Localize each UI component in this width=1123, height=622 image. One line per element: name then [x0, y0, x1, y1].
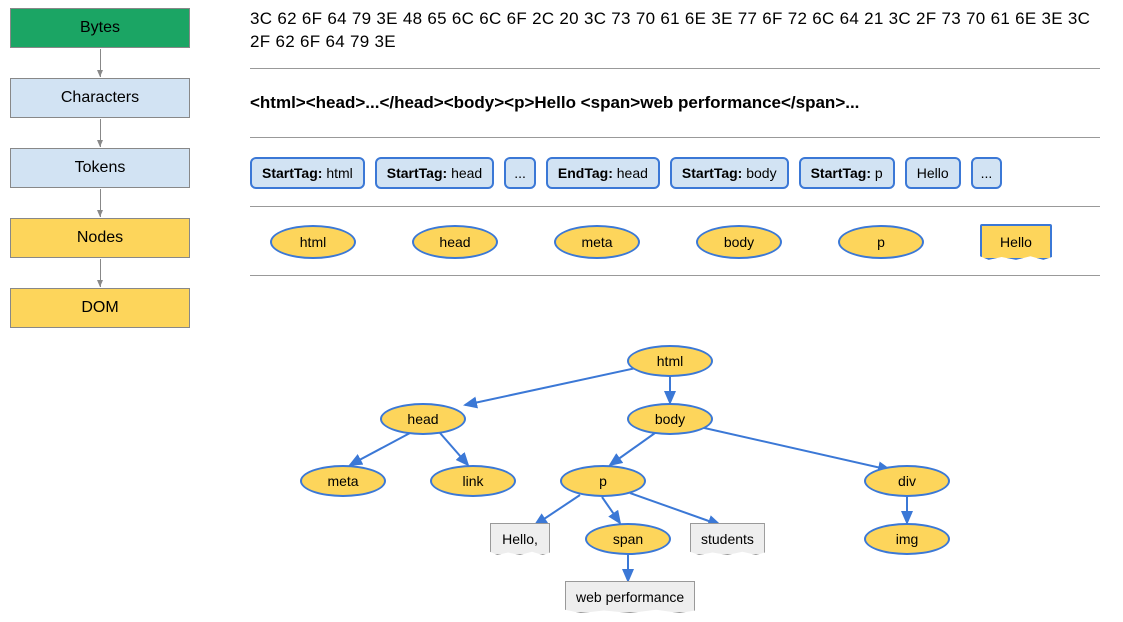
node-ellipse: p: [838, 225, 924, 259]
arrow-down-icon: [100, 49, 101, 77]
token: StartTag: head: [375, 157, 494, 189]
tree-node-link: link: [430, 465, 516, 497]
arrow-down-icon: [100, 259, 101, 287]
bytes-row: 3C 62 6F 64 79 3E 48 65 6C 6C 6F 2C 20 3…: [250, 8, 1110, 54]
nodes-row: html head meta body p Hello: [250, 221, 1110, 261]
tree-node-p: p: [560, 465, 646, 497]
tree-node-meta: meta: [300, 465, 386, 497]
stage-characters: Characters: [10, 78, 190, 118]
stage-nodes: Nodes: [10, 218, 190, 258]
tree-text-hello: Hello,: [490, 523, 550, 555]
token: Hello: [905, 157, 961, 189]
stage-label: Characters: [61, 89, 139, 107]
stage-label: Nodes: [77, 229, 123, 247]
divider: [250, 68, 1100, 69]
divider: [250, 275, 1100, 276]
tree-node-span: span: [585, 523, 671, 555]
node-ellipse: meta: [554, 225, 640, 259]
node-ellipse: html: [270, 225, 356, 259]
arrow-down-icon: [100, 119, 101, 147]
stage-label: DOM: [81, 299, 118, 317]
divider: [250, 206, 1100, 207]
tree-node-html: html: [627, 345, 713, 377]
stage-tokens: Tokens: [10, 148, 190, 188]
token: StartTag: p: [799, 157, 895, 189]
tree-text-webperf: web performance: [565, 581, 695, 613]
tree-node-div: div: [864, 465, 950, 497]
token: StartTag: html: [250, 157, 365, 189]
node-ellipse: body: [696, 225, 782, 259]
characters-row: <html><head>...</head><body><p>Hello <sp…: [250, 83, 1110, 123]
node-ellipse: head: [412, 225, 498, 259]
stage-column: Bytes Characters Tokens Nodes DOM: [10, 8, 190, 358]
tree-node-body: body: [627, 403, 713, 435]
text-node: Hello: [980, 224, 1052, 260]
arrow-down-icon: [100, 189, 101, 217]
tree-node-head: head: [380, 403, 466, 435]
stage-label: Tokens: [75, 159, 126, 177]
token: StartTag: body: [670, 157, 789, 189]
tree-text-students: students: [690, 523, 765, 555]
token-ellipsis: ...: [971, 157, 1003, 189]
divider: [250, 137, 1100, 138]
token: EndTag: head: [546, 157, 660, 189]
token-ellipsis: ...: [504, 157, 536, 189]
tokens-row: StartTag: html StartTag: head ... EndTag…: [250, 152, 1110, 192]
content-column: 3C 62 6F 64 79 3E 48 65 6C 6C 6F 2C 20 3…: [250, 8, 1110, 290]
stage-label: Bytes: [80, 19, 120, 37]
stage-bytes: Bytes: [10, 8, 190, 48]
tree-node-img: img: [864, 523, 950, 555]
stage-dom: DOM: [10, 288, 190, 328]
dom-tree: html head body meta link p div Hello, sp…: [250, 345, 1110, 615]
